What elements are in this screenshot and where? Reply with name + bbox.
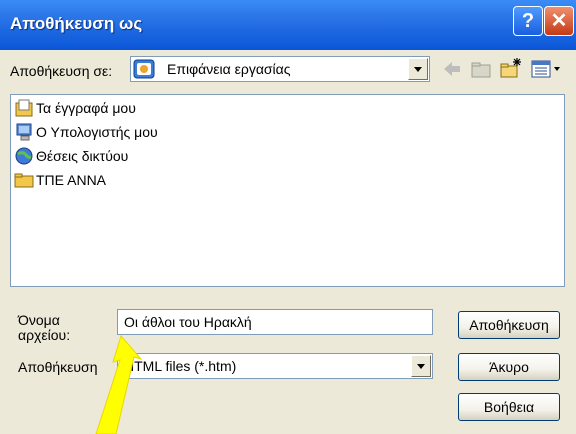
back-arrow-icon[interactable] <box>440 56 464 82</box>
filename-label: Όνομα αρχείου: <box>18 312 71 343</box>
filename-input[interactable]: Οι άθλοι του Ηρακλή <box>117 309 433 335</box>
list-item-label: ΤΠΕ ΑΝΝΑ <box>36 172 107 188</box>
save-as-type-value: HTML files (*.htm) <box>124 358 237 374</box>
help-button-label: Βοήθεια <box>483 399 535 415</box>
file-list[interactable]: Τα έγγραφά μου Ο Υπολογιστής μου Θέσεις … <box>10 94 565 287</box>
close-icon: ✕ <box>550 10 568 32</box>
save-button-label: Αποθήκευση <box>469 317 549 333</box>
save-in-value: Επιφάνεια εργασίας <box>167 61 291 77</box>
title-bar: Αποθήκευση ως ? ✕ <box>0 0 576 50</box>
list-item-folder[interactable]: ΤΠΕ ΑΝΝΑ <box>14 169 314 191</box>
new-folder-icon[interactable] <box>499 56 523 82</box>
help-title-button[interactable]: ? <box>513 6 543 36</box>
desktop-icon <box>133 59 155 79</box>
up-folder-icon[interactable] <box>469 56 493 82</box>
view-menu-icon[interactable] <box>530 56 564 82</box>
help-button[interactable]: Βοήθεια <box>458 393 560 421</box>
close-button[interactable]: ✕ <box>544 6 574 36</box>
chevron-down-icon[interactable] <box>411 355 431 377</box>
list-item-network-places[interactable]: Θέσεις δικτύου <box>14 145 314 167</box>
window-title: Αποθήκευση ως <box>10 14 143 33</box>
save-in-dropdown[interactable]: Επιφάνεια εργασίας <box>130 56 430 82</box>
folder-icon <box>14 173 34 188</box>
save-as-type-label: Αποθήκευση <box>18 359 98 375</box>
save-in-label: Αποθήκευση σε: <box>10 63 113 79</box>
question-icon: ? <box>521 10 535 32</box>
network-places-icon <box>15 147 33 165</box>
list-item-label: Ο Υπολογιστής μου <box>36 124 158 140</box>
list-item-my-computer[interactable]: Ο Υπολογιστής μου <box>14 121 314 143</box>
cancel-button[interactable]: Άκυρο <box>458 353 560 381</box>
cancel-button-label: Άκυρο <box>489 359 529 375</box>
filename-value: Οι άθλοι του Ηρακλή <box>124 314 252 330</box>
list-item-label: Τα έγγραφά μου <box>36 100 136 116</box>
save-as-dialog: Αποθήκευση ως ? ✕ Αποθήκευση σε: Επιφάνε… <box>0 0 576 434</box>
my-documents-icon <box>15 99 33 117</box>
my-computer-icon <box>16 123 32 141</box>
list-item-my-documents[interactable]: Τα έγγραφά μου <box>14 97 314 119</box>
save-as-type-dropdown[interactable]: HTML files (*.htm) <box>117 353 433 379</box>
chevron-down-icon[interactable] <box>408 58 428 80</box>
save-button[interactable]: Αποθήκευση <box>458 311 560 339</box>
list-item-label: Θέσεις δικτύου <box>36 148 129 164</box>
